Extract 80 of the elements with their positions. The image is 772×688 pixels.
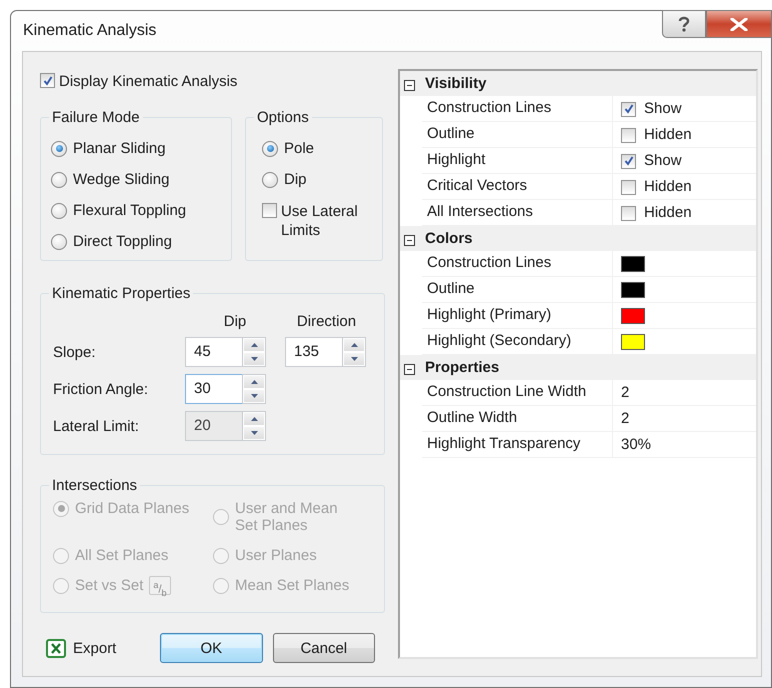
property-name: Highlight (Secondary) <box>422 329 613 354</box>
property-name: Highlight (Primary) <box>422 303 613 328</box>
checkbox[interactable] <box>621 154 636 168</box>
column-header: Direction <box>296 313 358 330</box>
window-title: Kinematic Analysis <box>23 22 156 40</box>
section-title: Colors <box>425 230 473 247</box>
close-icon <box>730 18 748 30</box>
dialog-button[interactable]: OK <box>160 633 263 663</box>
field-label: Slope: <box>53 344 97 360</box>
help-button[interactable] <box>662 10 706 38</box>
dialog-button[interactable]: Cancel <box>272 633 376 663</box>
column-header: Dip <box>222 313 248 330</box>
checkbox[interactable] <box>40 73 55 88</box>
property-name: Construction Lines <box>422 251 613 276</box>
collapse-icon[interactable] <box>404 233 415 244</box>
color-swatch[interactable] <box>621 334 645 350</box>
section-title: Visibility <box>425 75 486 92</box>
property-value: Hidden <box>644 178 692 195</box>
field-label: Friction Angle: <box>53 380 150 398</box>
collapse-icon[interactable] <box>404 362 415 373</box>
checkbox[interactable] <box>621 206 636 220</box>
group-title: Kinematic Properties <box>49 284 194 303</box>
radio-label: Mean Set Planes <box>235 577 350 594</box>
spinner[interactable] <box>242 337 266 367</box>
property-value: Hidden <box>644 204 692 221</box>
property-value: Hidden <box>644 126 692 143</box>
radio-label: Dip <box>284 171 307 188</box>
radio-button[interactable] <box>262 172 278 188</box>
close-button[interactable] <box>706 10 772 38</box>
checkbox-label: Display Kinematic Analysis <box>59 72 238 91</box>
property-value: Show <box>644 100 682 117</box>
property-name: Construction Line Width <box>422 380 613 405</box>
radio-button[interactable] <box>51 234 67 250</box>
property-value: 2 <box>621 384 630 401</box>
field-label: Lateral Limit: <box>53 418 140 434</box>
question-icon <box>678 16 690 32</box>
radio-label: Direct Toppling <box>73 233 172 250</box>
radio-label: User and Mean Set Planes <box>235 500 339 534</box>
color-swatch[interactable] <box>621 256 645 272</box>
radio-label: User Planes <box>235 547 317 564</box>
spinner[interactable] <box>242 374 266 404</box>
number-field[interactable]: 45 <box>185 337 242 367</box>
radio-label: Wedge Sliding <box>73 171 170 188</box>
spreadsheet-icon[interactable] <box>46 638 67 658</box>
radio-label: Set vs Set <box>75 577 144 594</box>
radio-label: Flexural Toppling <box>73 202 186 219</box>
checkbox[interactable] <box>621 102 636 116</box>
radio-label: Grid Data Planes <box>75 500 190 517</box>
radio-label: All Set Planes <box>75 547 168 564</box>
radio-label: Pole <box>284 140 314 157</box>
number-field[interactable]: 30 <box>185 374 242 404</box>
group-title: Options <box>254 108 312 127</box>
property-name: Outline <box>422 122 613 147</box>
radio-button[interactable] <box>51 202 67 218</box>
property-value: 2 <box>621 410 630 427</box>
checkbox[interactable] <box>621 128 636 142</box>
property-name: Outline <box>422 277 613 302</box>
property-name: Highlight Transparency <box>422 432 613 457</box>
section-title: Properties <box>425 359 500 376</box>
color-swatch[interactable] <box>621 308 645 324</box>
property-name: Highlight <box>422 148 613 173</box>
radio-button[interactable] <box>51 140 67 156</box>
property-value: 30% <box>621 436 652 453</box>
spinner[interactable] <box>242 411 266 441</box>
color-swatch[interactable] <box>621 282 645 298</box>
property-value: Show <box>644 152 682 169</box>
checkbox[interactable] <box>621 180 636 194</box>
checkbox[interactable] <box>262 203 277 218</box>
collapse-icon[interactable] <box>404 78 415 89</box>
radio-label: Planar Sliding <box>73 140 166 157</box>
property-name: Construction Lines <box>422 96 613 121</box>
number-field[interactable]: 135 <box>285 337 342 367</box>
radio-button[interactable] <box>262 140 278 156</box>
export-link[interactable]: Export <box>73 640 116 656</box>
checkbox-label: Use Lateral Limits <box>281 202 359 240</box>
radio-button[interactable] <box>51 172 67 188</box>
property-name: Outline Width <box>422 406 613 431</box>
property-name: Critical Vectors <box>422 174 613 199</box>
spinner[interactable] <box>342 337 366 367</box>
property-name: All Intersections <box>422 200 613 225</box>
